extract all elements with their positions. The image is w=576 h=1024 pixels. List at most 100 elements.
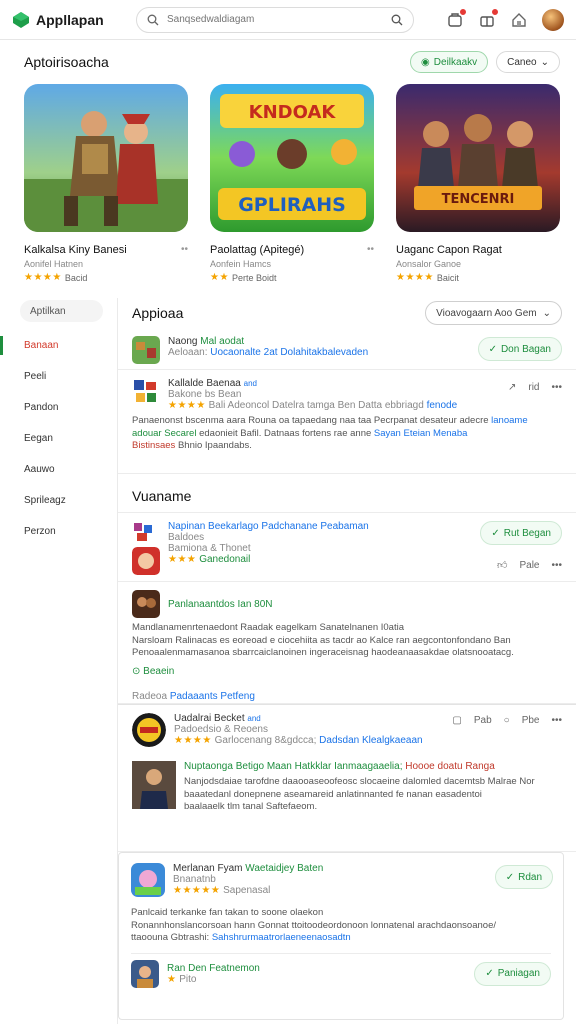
item-title-tag: Mal aodat: [200, 336, 245, 347]
comment-icon[interactable]: ▢: [452, 715, 461, 726]
avatar[interactable]: [542, 8, 564, 31]
sidebar-item[interactable]: Peeli: [0, 361, 117, 392]
sidebar-item[interactable]: Eegan: [0, 423, 117, 454]
rating-link[interactable]: fenode: [427, 400, 458, 411]
list-item[interactable]: Naong Mal aodat Aeloaan: Uocaonalte 2at …: [118, 328, 576, 370]
get-button[interactable]: ✓ Rdan: [494, 865, 553, 889]
get-button-label: Rdan: [518, 871, 542, 883]
paragraph-link[interactable]: Sayan Eteian Menaba: [374, 428, 467, 439]
search-submit-icon[interactable]: [391, 14, 403, 26]
notification-icon[interactable]: [446, 7, 467, 29]
sort-select[interactable]: Vioavogaarn Aoo Gem ⌄: [425, 301, 562, 325]
sidebar-item-active[interactable]: Banaan: [0, 330, 117, 361]
comment-label[interactable]: Pab: [474, 715, 492, 726]
more-icon[interactable]: •••: [551, 715, 562, 726]
more-icon[interactable]: ••: [181, 244, 188, 256]
featured-card[interactable]: TENCENRI Uaganc Capon Ragat Aonsalor Gan…: [396, 84, 560, 283]
item-paragraph: Panaenonst bscenma aara Rouna oa tapaeda…: [132, 415, 489, 426]
app-thumbnail-icon: [132, 521, 154, 543]
get-button[interactable]: ✓ Rut Began: [480, 521, 562, 545]
app-name: Appllapan: [36, 11, 104, 28]
paragraph-link[interactable]: lanoame: [491, 415, 527, 426]
share-label[interactable]: rid: [528, 382, 539, 393]
app-avatar-icon: [132, 713, 166, 747]
chevron-down-icon: ⌄: [542, 307, 551, 319]
item-title[interactable]: Napinan Beekarlago: [168, 521, 259, 532]
get-button-label: Rut Began: [503, 527, 551, 539]
check-icon: ✓: [505, 871, 515, 883]
gift-icon[interactable]: [478, 7, 499, 29]
refresh-label[interactable]: Pbe: [522, 715, 540, 726]
logo-diamond-icon: [12, 11, 30, 29]
item-title: Kallalde Baenaa: [168, 378, 241, 389]
star-rating: ★★: [210, 272, 229, 283]
paragraph-text: Bhnio Ipaandabs.: [177, 440, 252, 451]
item-tag: and: [243, 379, 257, 388]
star-rating: ★★★★: [24, 272, 62, 283]
get-button[interactable]: ✓ Paniagan: [474, 961, 551, 986]
item-subtitle: Bakone bs Bean: [168, 389, 242, 400]
list-item[interactable]: Merlanan Fyam Waetaidjey Baten Bnanatnb …: [118, 852, 564, 1020]
card-rating: ★★★★ Bacid: [24, 272, 188, 283]
paragraph-link[interactable]: Sahshrurmaatrorlaeneenaosadtn: [212, 932, 351, 943]
item-title-link[interactable]: Padchanane Peabaman: [261, 521, 368, 532]
featured-action-button[interactable]: ◉ Deilkaakv: [410, 51, 489, 73]
list-item[interactable]: Panlanaantdos Ian 80N Mandlanamenrtenaed…: [118, 582, 576, 704]
list-item[interactable]: Napinan Beekarlago Padchanane Peabaman B…: [118, 512, 576, 582]
featured-card[interactable]: Kalkalsa Kiny Banesi •• Aonifel Hatnen ★…: [24, 84, 188, 283]
list-item[interactable]: Kallalde Baenaa and Bakone bs Bean ★★★★ …: [118, 370, 576, 474]
more-icon[interactable]: ••: [367, 244, 374, 256]
like-label[interactable]: Pale: [519, 560, 539, 571]
game-art-image: TENCENRI: [396, 84, 560, 232]
search-input[interactable]: [167, 14, 383, 25]
more-icon[interactable]: •••: [551, 382, 562, 393]
footer-subtitle: Pito: [179, 973, 197, 985]
share-icon[interactable]: ↗: [508, 382, 516, 393]
list-item[interactable]: Uadalrai Becket and Padoedsio & Reoens ★…: [118, 704, 576, 852]
get-button[interactable]: ✓ Don Bagan: [477, 337, 562, 361]
check-icon: ✓: [491, 527, 500, 539]
top-bar: Appllapan: [0, 0, 576, 40]
featured-header: Aptoirisoacha ◉ Deilkaakv Caneo ⌄: [24, 48, 560, 76]
app-thumbnail-icon: [131, 959, 159, 988]
app-logo[interactable]: Appllapan: [12, 11, 136, 29]
gift-badge: [491, 7, 499, 16]
rating-link[interactable]: Ganedonail: [199, 554, 250, 565]
item-meta-link[interactable]: Uocaonalte 2at Dolahitakbalevaden: [210, 347, 368, 358]
star-rating: ★★★★: [174, 735, 212, 746]
paragraph-text: ttaoouna Gbtrashi:: [131, 932, 210, 943]
paragraph-tag: adouar: [132, 427, 162, 439]
sidebar-item[interactable]: Pandon: [0, 392, 117, 423]
section-title: Vuaname: [132, 488, 192, 504]
item-title-tag: Waetaidjey Baten: [245, 863, 324, 874]
featured-select-button[interactable]: Caneo ⌄: [496, 51, 560, 73]
notification-badge: [459, 7, 467, 16]
search-bar[interactable]: [136, 6, 414, 33]
rating-text: Bacid: [64, 272, 88, 283]
item-paragraph: Ronannhonslancorsoan hann Gonnat ttoitoo…: [131, 919, 496, 931]
item-footer-link[interactable]: Padaaants Petfeng: [170, 691, 255, 702]
feed-heading: Appioaa: [132, 305, 184, 321]
sidebar-item[interactable]: Aauwo: [0, 454, 117, 485]
star-rating-icon: ★: [167, 973, 177, 985]
item-tag[interactable]: Beaein: [143, 666, 174, 677]
circle-check-icon: ⊙: [132, 665, 141, 677]
sidebar-item-apps[interactable]: Aptilkan: [20, 300, 103, 322]
sidebar-item[interactable]: Perzon: [0, 516, 117, 547]
rating-text: Perte Boidt: [231, 272, 277, 283]
star-rating: ★★★★★: [173, 885, 221, 896]
more-icon[interactable]: •••: [551, 560, 562, 571]
item-paragraph: Narsloam Ralinacas es eoreoad e ciocehii…: [132, 634, 511, 646]
rating-link[interactable]: Dadsdan Klealgkaeaan: [319, 735, 422, 746]
card-title: Paolattag (Apitegé): [210, 244, 305, 256]
home-icon[interactable]: [510, 11, 528, 29]
app-thumbnail-icon: [131, 863, 165, 897]
thumbs-up-icon[interactable]: 👍︎: [497, 559, 507, 571]
rating-line: Garlocenang 8&gdcca;: [214, 735, 317, 746]
item-title: Panlanaantdos Ian 80N: [168, 598, 273, 610]
featured-card[interactable]: KNDOAK GPLIRAHS Paolattag (Apitegé) •• A…: [210, 84, 374, 283]
card-title: Kalkalsa Kiny Banesi: [24, 244, 127, 256]
highlight-red: Hoooe doatu Ranga: [405, 761, 495, 772]
refresh-icon[interactable]: ○: [504, 715, 510, 726]
sidebar-item[interactable]: Sprileagz: [0, 485, 117, 516]
